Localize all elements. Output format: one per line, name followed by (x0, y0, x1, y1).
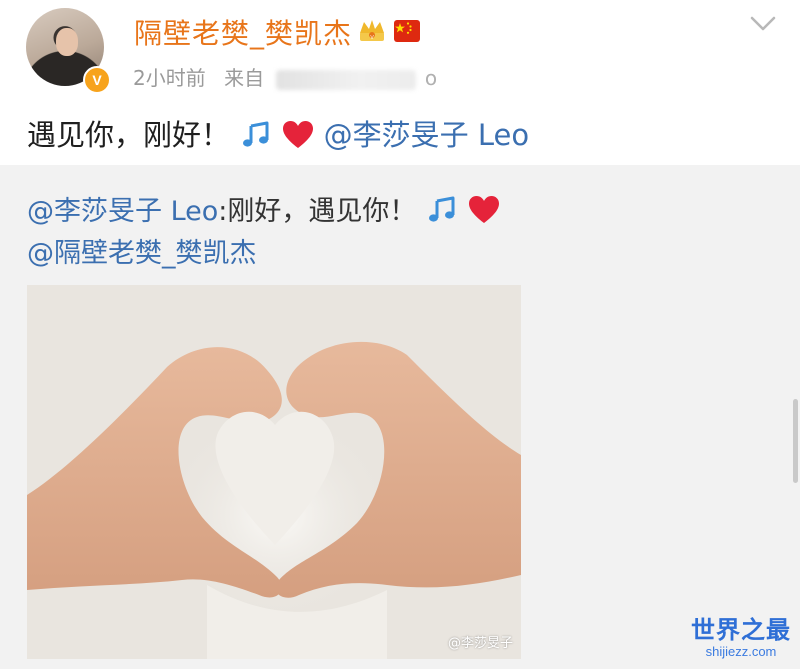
post-meta: 2小时前 来自 o (133, 62, 437, 91)
music-note-icon (239, 120, 274, 150)
username[interactable]: 隔壁老樊_樊凯杰 (134, 12, 352, 52)
source-tail: o (424, 66, 438, 90)
repost-author[interactable]: @李莎旻子 Leo (27, 196, 218, 227)
china-flag-icon (394, 20, 420, 42)
crown-icon: V (360, 20, 384, 41)
post-mention[interactable]: @李莎旻子 Leo (324, 118, 529, 152)
site-logo-title: 世界之最 (691, 616, 791, 644)
repost-card[interactable]: @李莎旻子 Leo:刚好，遇见你！ @隔壁老樊_樊凯杰 @李莎旻子 (0, 165, 800, 669)
blurred-source (276, 69, 417, 90)
photo-watermark: @李莎旻子 (447, 636, 513, 651)
post-content: 遇见你，刚好！ @李莎旻子 Leo (27, 112, 529, 154)
chevron-down-icon[interactable] (748, 14, 778, 34)
red-heart-icon (283, 121, 314, 148)
music-note-icon (428, 196, 455, 222)
post-header: V 隔壁老樊_樊凯杰 V 2小时前 来自 o 遇见你，刚好！ @李莎旻子 Leo (0, 0, 800, 165)
repost-message: :刚好，遇见你！ (218, 196, 417, 227)
heart-hands-illustration (27, 285, 521, 659)
site-logo: 世界之最 shijiezz.com (686, 616, 796, 666)
scrollbar[interactable] (793, 399, 798, 483)
post-time: 2小时前 (133, 66, 206, 90)
repost-text: @李莎旻子 Leo:刚好，遇见你！ (27, 189, 500, 228)
site-logo-url: shijiezz.com (705, 644, 777, 659)
source-label: 来自 (224, 66, 265, 90)
red-heart-icon (468, 196, 499, 223)
heart-hands-photo[interactable]: @李莎旻子 (27, 285, 521, 659)
avatar-face (56, 28, 78, 56)
repost-mention[interactable]: @隔壁老樊_樊凯杰 (27, 231, 257, 270)
post-text: 遇见你，刚好！ (27, 118, 231, 152)
verified-badge-icon: V (83, 66, 111, 94)
weibo-post-screenshot: V 隔壁老樊_樊凯杰 V 2小时前 来自 o 遇见你，刚好！ @李莎旻子 Leo… (0, 0, 800, 669)
